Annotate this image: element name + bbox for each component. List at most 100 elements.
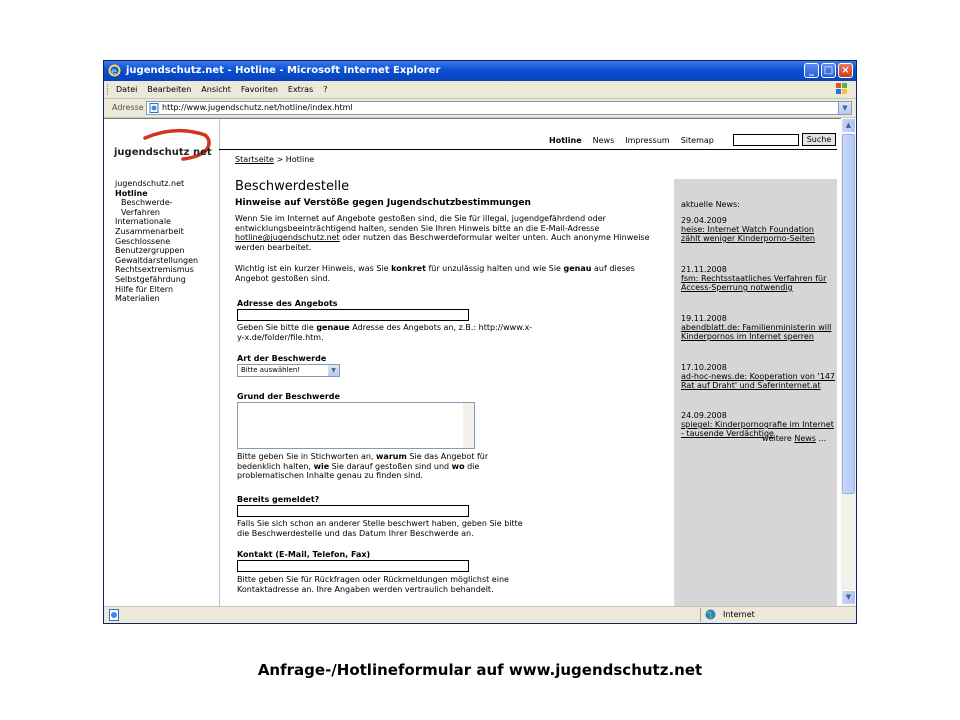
textarea-scrollbar[interactable]	[463, 403, 474, 448]
logo-text: jugendschutz net	[113, 147, 212, 158]
breadcrumb-home[interactable]: Startseite	[235, 155, 274, 164]
sidebar-item[interactable]: Zusammenarbeit	[115, 227, 198, 237]
breadcrumb: Startseite > Hotline	[235, 155, 314, 164]
scroll-thumb[interactable]	[842, 134, 855, 494]
intro-text-part: Wenn Sie im Internet auf Angebote gestoß…	[235, 214, 606, 233]
page-viewport: jugendschutz net jugendschutz.net Hotline…	[104, 118, 842, 606]
complaint-type-selected: Bitte auswählen!	[241, 366, 301, 374]
news-link[interactable]: abendblatt.de: Familienministerin will K…	[681, 323, 835, 341]
complaint-reason-label: Grund der Beschwerde	[237, 392, 340, 401]
address-dropdown-icon[interactable]: ▼	[838, 102, 851, 114]
sidebar-item[interactable]: Hilfe für Eltern	[115, 285, 198, 295]
more-news: weitere News ...	[762, 434, 826, 443]
menu-help[interactable]: ?	[323, 81, 327, 98]
sidebar-item[interactable]: jugendschutz.net	[115, 179, 198, 189]
help-bold: genaue	[316, 323, 350, 332]
complaint-reason-textarea[interactable]	[237, 402, 475, 449]
contact-input[interactable]	[237, 560, 469, 572]
topnav-sitemap[interactable]: Sitemap	[681, 136, 714, 145]
sidebar-item[interactable]: Hotline	[115, 189, 198, 199]
more-news-prefix: weitere	[762, 434, 795, 443]
menu-ansicht[interactable]: Ansicht	[201, 81, 231, 98]
complaint-type-label: Art der Beschwerde	[237, 354, 327, 363]
maximize-button[interactable]: □	[821, 63, 836, 78]
news-date: 21.11.2008	[681, 265, 727, 274]
scroll-down-icon[interactable]: ▼	[841, 590, 856, 605]
windows-flag-icon	[836, 83, 847, 94]
topnav-impressum[interactable]: Impressum	[625, 136, 669, 145]
globe-icon	[705, 609, 716, 620]
hint-text-part: Wichtig ist ein kurzer Hinweis, was Sie	[235, 264, 392, 273]
news-link[interactable]: heise: Internet Watch Foundation zählt w…	[681, 225, 835, 243]
status-bar: Internet	[104, 606, 856, 623]
sidebar-item[interactable]: Benutzergruppen	[115, 246, 198, 256]
news-date: 19.11.2008	[681, 314, 727, 323]
address-input[interactable]: http://www.jugendschutz.net/hotline/inde…	[146, 101, 852, 115]
sidebar-item[interactable]: Rechtsextremismus	[115, 265, 198, 275]
more-news-suffix: ...	[815, 434, 827, 443]
sidebar-item[interactable]: Gewaltdarstellungen	[115, 256, 198, 266]
sidebar-item[interactable]: Selbstgefährdung	[115, 275, 198, 285]
sidebar-item[interactable]: Beschwerde-	[115, 198, 198, 208]
menu-extras[interactable]: Extras	[288, 81, 313, 98]
sidebar-item[interactable]: Materialien	[115, 294, 198, 304]
page-scrollbar[interactable]: ▲ ▼	[841, 118, 856, 605]
menu-bar: Datei Bearbeiten Ansicht Favoriten Extra…	[104, 81, 856, 99]
browser-window: e jugendschutz.net - Hotline - Microsoft…	[103, 60, 857, 624]
sidebar-item[interactable]: Verfahren	[115, 208, 198, 218]
complaint-type-select[interactable]: Bitte auswählen! ▼	[237, 364, 340, 377]
intro-text: Wenn Sie im Internet auf Angebote gestoß…	[235, 214, 665, 252]
address-bar: Adresse http://www.jugendschutz.net/hotl…	[104, 99, 856, 118]
hint-bold: genau	[563, 264, 592, 273]
news-item: 19.11.2008 abendblatt.de: Familienministe…	[681, 314, 835, 341]
topnav-hotline[interactable]: Hotline	[549, 136, 582, 145]
help-bold: wie	[313, 461, 330, 471]
complaint-reason-help: Bitte geben Sie in Stichworten an, warum…	[237, 452, 522, 481]
sidebar-item[interactable]: Internationale	[115, 217, 198, 227]
news-link[interactable]: ad-hoc-news.de: Kooperation von '147 Rat…	[681, 372, 835, 390]
menu-datei[interactable]: Datei	[116, 81, 137, 98]
search-button[interactable]: Suche	[802, 133, 836, 146]
zone-label: Internet	[723, 610, 755, 619]
news-heading: aktuelle News:	[681, 200, 740, 209]
hotline-email-link[interactable]: hotline@jugendschutz.net	[235, 233, 340, 242]
news-item: 21.11.2008 fsm: Rechtsstaatliches Verfahr…	[681, 265, 835, 292]
close-button[interactable]: ×	[838, 63, 853, 78]
news-item: 29.04.2009 heise: Internet Watch Foundati…	[681, 216, 835, 243]
news-link[interactable]: fsm: Rechtsstaatliches Verfahren für Acc…	[681, 274, 835, 292]
toolbar-grip-icon	[107, 84, 111, 95]
already-reported-input[interactable]	[237, 505, 469, 517]
help-text-part: Sie darauf gestoßen sind und	[329, 461, 452, 471]
menu-bearbeiten[interactable]: Bearbeiten	[147, 81, 191, 98]
help-text-part: Geben Sie bitte die	[237, 323, 317, 332]
sidebar-item[interactable]: Geschlossene	[115, 237, 198, 247]
page-headline: Hinweise auf Verstöße gegen Jugendschutz…	[235, 198, 531, 208]
help-text-part: Bitte geben Sie in Stichworten an,	[237, 452, 377, 461]
more-news-link[interactable]: News	[794, 434, 816, 443]
top-navigation: Hotline News Impressum Sitemap	[549, 136, 714, 145]
news-date: 24.09.2008	[681, 411, 727, 420]
contact-label: Kontakt (E-Mail, Telefon, Fax)	[237, 550, 371, 559]
news-date: 29.04.2009	[681, 216, 727, 225]
offer-address-input[interactable]	[237, 309, 469, 321]
contact-help: Bitte geben Sie für Rückfragen oder Rück…	[237, 575, 509, 594]
hint-text: Wichtig ist ein kurzer Hinweis, was Sie …	[235, 264, 665, 283]
title-bar: e jugendschutz.net - Hotline - Microsoft…	[104, 61, 856, 81]
topnav-news[interactable]: News	[593, 136, 615, 145]
security-zone: Internet	[700, 608, 855, 622]
already-reported-help: Falls Sie sich schon an anderer Stelle b…	[237, 519, 523, 538]
search-input[interactable]	[733, 134, 799, 146]
news-date: 17.10.2008	[681, 363, 727, 372]
scroll-up-icon[interactable]: ▲	[841, 118, 856, 133]
window-title: jugendschutz.net - Hotline - Microsoft I…	[126, 65, 441, 76]
hint-bold: konkret	[391, 264, 426, 273]
address-field-label: Adresse des Angebots	[237, 299, 338, 308]
header-divider	[219, 149, 837, 150]
minimize-button[interactable]: _	[804, 63, 819, 78]
left-column: jugendschutz net jugendschutz.net Hotline…	[104, 119, 220, 606]
chevron-down-icon[interactable]: ▼	[328, 365, 339, 376]
page-icon	[149, 103, 159, 113]
jugendschutz-logo[interactable]: jugendschutz net	[113, 127, 213, 167]
menu-favoriten[interactable]: Favoriten	[241, 81, 278, 98]
help-bold: wo	[451, 461, 465, 471]
